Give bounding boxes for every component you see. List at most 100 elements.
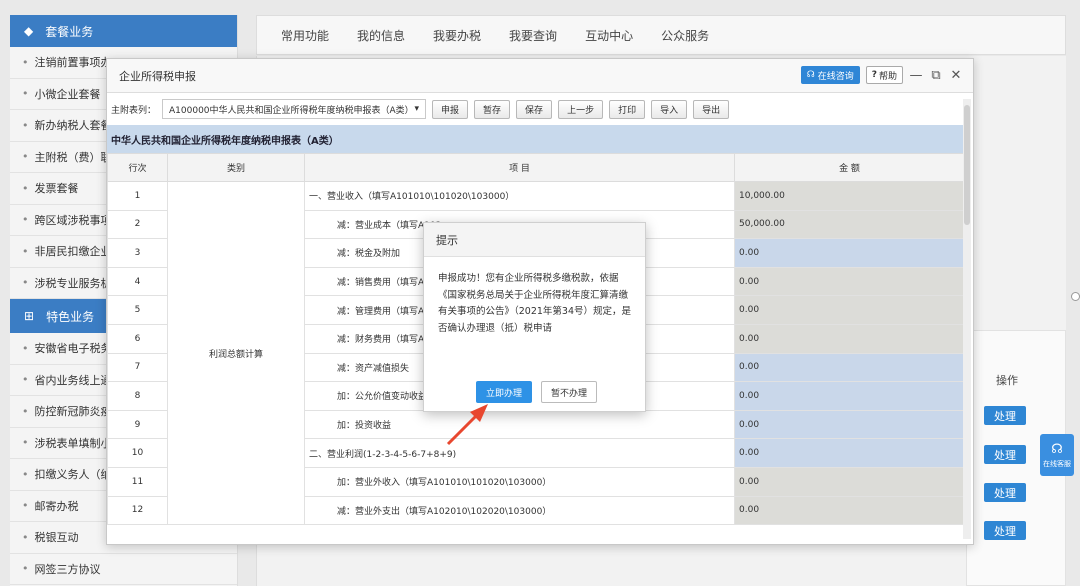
sidebar-item-label: 新办纳税人套餐 [34, 119, 112, 133]
sidebar-item-label: 非居民扣缴企业 [34, 245, 112, 259]
sidebar-item-label: 涉税表单填制小 [34, 436, 112, 450]
row-number: 12 [107, 495, 168, 526]
temp-save-button[interactable]: 暂存 [474, 99, 511, 119]
sidebar-section-label: 特色业务 [46, 309, 95, 324]
item-cell: 减：营业外支出（填写A102010\102020\103000） [304, 495, 735, 526]
process-button[interactable]: 处理 [984, 406, 1026, 425]
nav-interaction[interactable]: 互动中心 [585, 27, 633, 44]
nav-query[interactable]: 我要查询 [509, 27, 557, 44]
save-button[interactable]: 保存 [516, 99, 553, 119]
amount-input[interactable]: 0.00 [734, 495, 965, 526]
bullet-icon: • [22, 181, 29, 195]
question-icon: ? [871, 70, 877, 80]
resize-handle[interactable] [1071, 292, 1080, 301]
prompt-title: 提示 [424, 223, 645, 257]
online-consult-button[interactable]: ☊ 在线咨询 [800, 66, 860, 84]
item-cell: 一、营业收入（填写A101010\101020\103000） [304, 181, 735, 211]
sidebar-item-label: 小微企业套餐 [34, 87, 101, 101]
table-select-label: 主附表列： [111, 105, 157, 116]
dialog-toolbar: 主附表列： A100000中华人民共和国企业所得税年度纳税申报表（A类） ▾ 申… [107, 93, 973, 125]
row-number: 5 [107, 295, 168, 325]
process-button[interactable]: 处理 [984, 445, 1026, 464]
bullet-icon: • [22, 499, 29, 513]
bullet-icon: • [22, 150, 29, 164]
nav-public-service[interactable]: 公众服务 [661, 27, 709, 44]
table-select-value: A100000中华人民共和国企业所得税年度纳税申报表（A类） [169, 105, 414, 116]
maximize-icon[interactable]: ⧉ [929, 68, 943, 83]
prompt-dialog: 提示 申报成功！您有企业所得税多缴税款，依据《国家税务总局关于企业所得税年度汇算… [423, 222, 646, 412]
sidebar-item-label: 安徽省电子税务 [34, 342, 112, 356]
bullet-icon: • [22, 213, 29, 227]
import-button[interactable]: 导入 [651, 99, 688, 119]
nav-common[interactable]: 常用功能 [281, 27, 329, 44]
sidebar-item[interactable]: • 网签三方协议 [10, 554, 237, 585]
nav-my-info[interactable]: 我的信息 [357, 27, 405, 44]
export-button[interactable]: 导出 [693, 99, 730, 119]
print-button[interactable]: 打印 [609, 99, 646, 119]
column-header-category: 类别 [167, 153, 305, 182]
bullet-icon: • [22, 530, 29, 544]
help-button[interactable]: ? 帮助 [865, 66, 903, 84]
item-cell: 加：营业外收入（填写A101010\101020\103000） [304, 466, 735, 497]
item-cell: 加：投资收益 [304, 409, 735, 440]
grid-icon: ⊞ [24, 309, 35, 323]
row-number: 9 [107, 409, 168, 440]
bullet-icon: • [22, 562, 29, 576]
sidebar-item-label: 邮寄办税 [34, 499, 79, 513]
dialog-titlebar: 企业所得税申报 ☊ 在线咨询 ? 帮助 — ⧉ ✕ [107, 59, 973, 93]
amount-input[interactable]: 0.00 [734, 352, 965, 383]
amount-input[interactable]: 0.00 [734, 466, 965, 497]
bullet-icon: • [22, 341, 29, 355]
bullet-icon: • [22, 276, 29, 290]
sidebar-item-label: 涉税专业服务机 [34, 276, 112, 290]
amount-input[interactable]: 10,000.00 [734, 181, 965, 211]
dropdown-arrow-icon: ▾ [414, 104, 420, 114]
column-header-item: 项 目 [304, 153, 735, 182]
red-arrow-annotation [446, 404, 488, 446]
sidebar-item-label: 网签三方协议 [34, 562, 101, 576]
previous-step-button[interactable]: 上一步 [558, 99, 604, 119]
top-navigation: 常用功能 我的信息 我要办税 我要查询 互动中心 公众服务 [256, 15, 1066, 55]
online-service-label: 在线客服 [1043, 459, 1071, 468]
vertical-scrollbar[interactable] [963, 99, 971, 539]
amount-input[interactable]: 0.00 [734, 409, 965, 440]
amount-input[interactable]: 0.00 [734, 266, 965, 297]
column-header-row-no: 行次 [107, 153, 168, 182]
online-consult-label: 在线咨询 [817, 71, 854, 82]
row-number: 6 [107, 323, 168, 354]
amount-input[interactable]: 0.00 [734, 295, 965, 325]
bullet-icon: • [22, 55, 29, 69]
sidebar-item-label: 税银互动 [34, 531, 79, 545]
item-cell: 二、营业利润(1-2-3-4-5-6-7+8+9) [304, 438, 735, 468]
process-button[interactable]: 处理 [984, 521, 1026, 540]
help-label: 帮助 [878, 71, 897, 82]
online-service-float-button[interactable]: ☊ 在线客服 [1040, 434, 1074, 476]
sidebar-section-package[interactable]: ◆ 套餐业务 [10, 15, 237, 47]
bullet-icon: • [22, 467, 29, 481]
row-number: 10 [107, 438, 168, 468]
operation-column-title: 操作 [996, 374, 1018, 387]
column-header-amount: 金 额 [734, 153, 965, 182]
row-number: 8 [107, 381, 168, 411]
process-button[interactable]: 处理 [984, 483, 1026, 502]
scrollbar-thumb[interactable] [964, 105, 970, 225]
close-icon[interactable]: ✕ [949, 68, 963, 83]
table-select-dropdown[interactable]: A100000中华人民共和国企业所得税年度纳税申报表（A类） ▾ [162, 99, 427, 119]
declare-button[interactable]: 申报 [432, 99, 469, 119]
sidebar-item-label: 省内业务线上通 [34, 373, 112, 387]
amount-input[interactable]: 0.00 [734, 381, 965, 411]
bullet-icon: • [22, 404, 29, 418]
amount-input[interactable]: 0.00 [734, 323, 965, 354]
amount-input[interactable]: 0.00 [734, 238, 965, 268]
amount-input[interactable]: 50,000.00 [734, 209, 965, 240]
not-now-button[interactable]: 暂不办理 [541, 381, 597, 403]
nav-tax-filing[interactable]: 我要办税 [433, 27, 481, 44]
bullet-icon: • [22, 118, 29, 132]
form-title: 中华人民共和国企业所得税年度纳税申报表（A类） [107, 125, 964, 153]
minimize-icon[interactable]: — [909, 68, 923, 83]
amount-input[interactable]: 0.00 [734, 438, 965, 468]
headset-icon: ☊ [806, 70, 815, 80]
prompt-message: 申报成功！您有企业所得税多缴税款，依据《国家税务总局关于企业所得税年度汇算清缴有… [438, 273, 632, 334]
row-number: 7 [107, 352, 168, 383]
bullet-icon: • [22, 373, 29, 387]
